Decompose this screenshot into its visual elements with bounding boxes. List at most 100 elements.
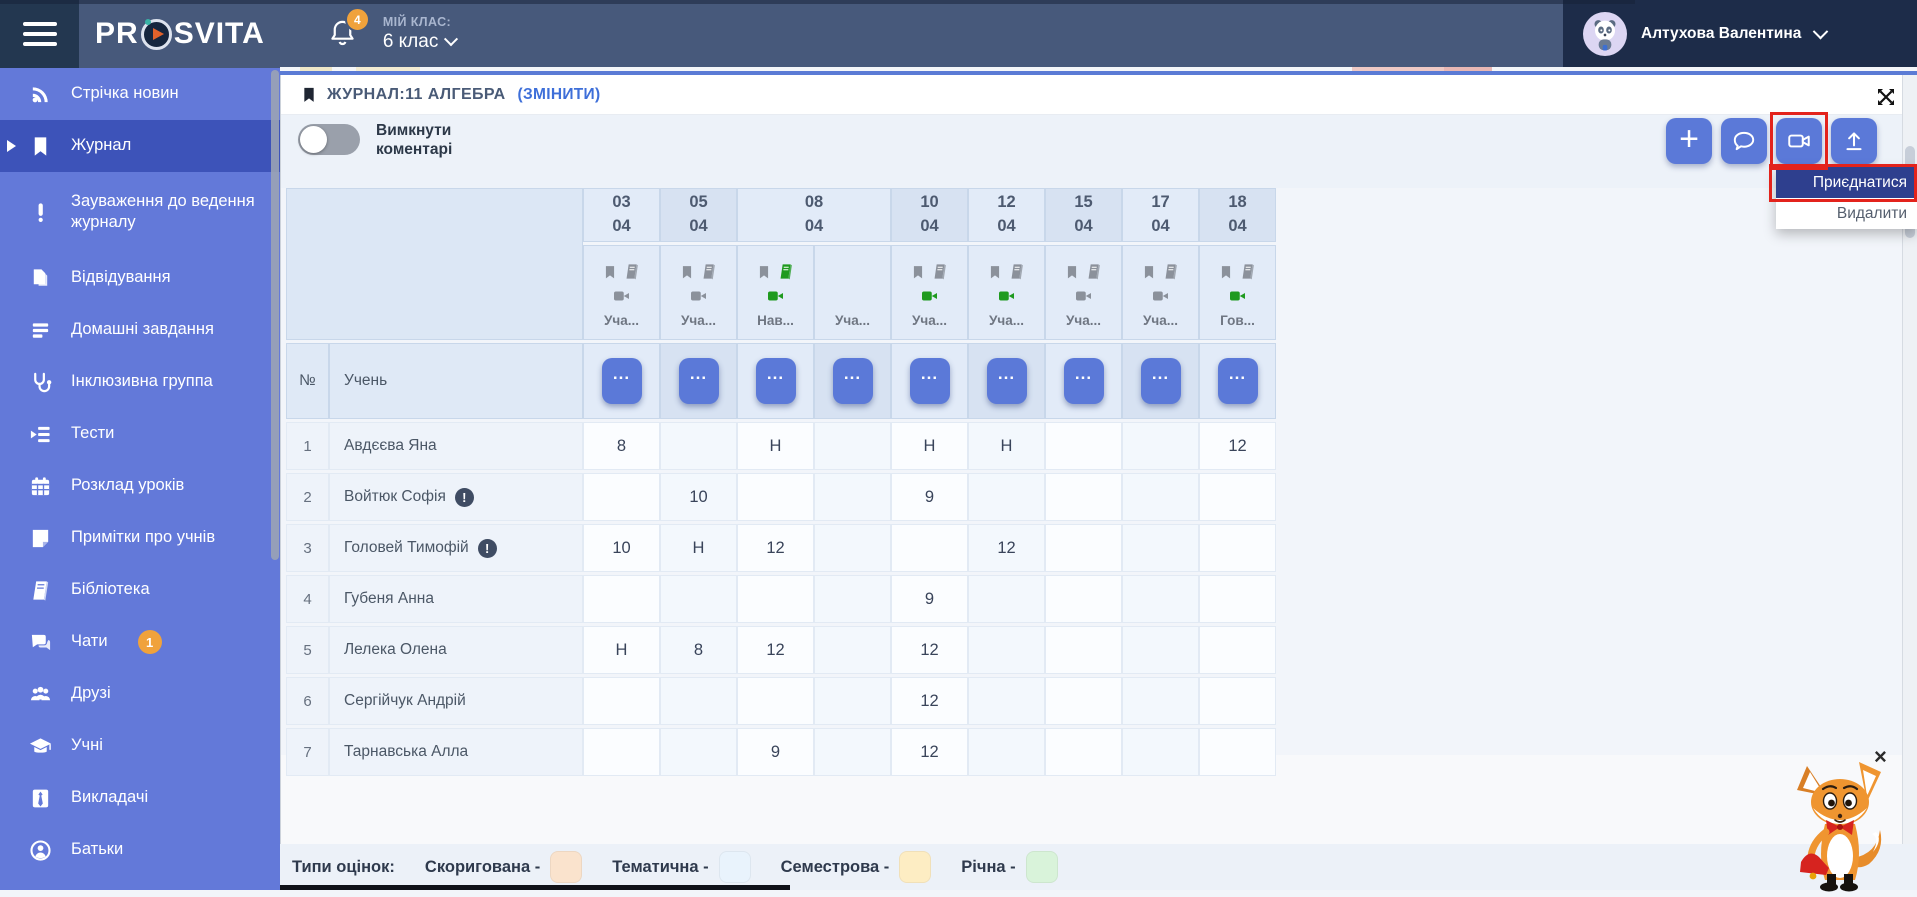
student-name-cell[interactable]: Тарнавська Алла [329, 728, 583, 776]
sidebar-item-11[interactable]: Чати1 [0, 616, 280, 668]
grade-cell[interactable]: Н [891, 422, 968, 470]
grade-cell[interactable] [814, 728, 891, 776]
sidebar-item-2[interactable]: Журнал [0, 120, 280, 172]
grade-cell[interactable] [968, 677, 1045, 725]
grade-cell[interactable] [1122, 575, 1199, 623]
grade-cell[interactable] [660, 728, 737, 776]
column-menu-button[interactable]: ... [1218, 358, 1258, 404]
my-class-selector[interactable]: МІЙ КЛАС: 6 клас [383, 15, 457, 53]
grade-cell[interactable]: Н [583, 626, 660, 674]
grade-cell[interactable] [1045, 422, 1122, 470]
grade-cell[interactable] [814, 524, 891, 572]
sidebar-item-7[interactable]: Тести [0, 408, 280, 460]
grade-cell[interactable]: 10 [660, 473, 737, 521]
grade-cell[interactable] [1199, 677, 1276, 725]
grade-cell[interactable] [1122, 473, 1199, 521]
grade-cell[interactable] [814, 575, 891, 623]
grade-cell[interactable]: 12 [1199, 422, 1276, 470]
grade-cell[interactable] [1199, 728, 1276, 776]
column-menu-button[interactable]: ... [756, 358, 796, 404]
grade-cell[interactable] [968, 626, 1045, 674]
grade-cell[interactable] [1199, 524, 1276, 572]
grade-cell[interactable] [1199, 473, 1276, 521]
student-name-cell[interactable]: Войтюк Софія! [329, 473, 583, 521]
grade-cell[interactable] [1045, 626, 1122, 674]
grade-cell[interactable] [968, 575, 1045, 623]
column-menu-button[interactable]: ... [679, 358, 719, 404]
notifications-bell-button[interactable]: 4 [327, 16, 359, 52]
sidebar-item-12[interactable]: Друзі [0, 668, 280, 720]
prosvita-logo[interactable]: PR SVITA [95, 17, 265, 51]
grade-cell[interactable] [1045, 575, 1122, 623]
grade-cell[interactable]: 12 [968, 524, 1045, 572]
video-call-button[interactable] [1776, 118, 1822, 164]
add-column-button[interactable]: + [1666, 118, 1712, 164]
grade-cell[interactable] [1045, 728, 1122, 776]
column-menu-button[interactable]: ... [1064, 358, 1104, 404]
grade-cell[interactable] [1045, 524, 1122, 572]
sidebar-item-6[interactable]: Інклюзивна группа [0, 356, 280, 408]
disable-comments-toggle[interactable] [298, 124, 360, 155]
grade-cell[interactable] [583, 677, 660, 725]
sidebar-item-4[interactable]: Відвідування [0, 252, 280, 304]
grade-cell[interactable]: 9 [891, 575, 968, 623]
grade-cell[interactable] [891, 524, 968, 572]
grade-cell[interactable] [1122, 677, 1199, 725]
grade-cell[interactable] [814, 422, 891, 470]
sidebar-item-5[interactable]: Домашні завдання [0, 304, 280, 356]
column-menu-button[interactable]: ... [833, 358, 873, 404]
grade-cell[interactable] [1122, 524, 1199, 572]
grade-cell[interactable]: 12 [737, 524, 814, 572]
user-menu[interactable]: Алтухова Валентина [1563, 0, 1917, 68]
grade-cell[interactable] [814, 473, 891, 521]
grade-cell[interactable]: 12 [891, 728, 968, 776]
grade-cell[interactable] [814, 677, 891, 725]
grade-cell[interactable] [1199, 626, 1276, 674]
grade-cell[interactable]: 10 [583, 524, 660, 572]
grade-cell[interactable]: 12 [891, 677, 968, 725]
grade-cell[interactable] [1199, 575, 1276, 623]
hamburger-menu-button[interactable] [0, 0, 79, 68]
grade-cell[interactable] [968, 728, 1045, 776]
grade-cell[interactable] [968, 473, 1045, 521]
grade-cell[interactable] [583, 728, 660, 776]
grade-cell[interactable] [660, 422, 737, 470]
grade-cell[interactable] [737, 473, 814, 521]
student-name-cell[interactable]: Авдєєва Яна [329, 422, 583, 470]
sidebar-item-15[interactable]: Батьки [0, 824, 280, 876]
grade-cell[interactable] [1045, 473, 1122, 521]
student-name-cell[interactable]: Сергійчук Андрій [329, 677, 583, 725]
grade-cell[interactable] [1045, 677, 1122, 725]
dropdown-item-join[interactable]: Приєднатися [1776, 167, 1917, 198]
comments-button[interactable] [1721, 118, 1767, 164]
grade-cell[interactable] [737, 677, 814, 725]
grade-cell[interactable] [583, 575, 660, 623]
grade-cell[interactable] [1122, 728, 1199, 776]
change-journal-link[interactable]: (ЗМІНИТИ) [518, 86, 601, 104]
grade-cell[interactable]: 12 [891, 626, 968, 674]
grade-cell[interactable]: 8 [660, 626, 737, 674]
column-menu-button[interactable]: ... [602, 358, 642, 404]
close-mascot-button[interactable]: × [1874, 746, 1887, 768]
student-name-cell[interactable]: Губеня Анна [329, 575, 583, 623]
upload-button[interactable] [1831, 118, 1877, 164]
sidebar-scrollbar[interactable] [271, 70, 279, 560]
sidebar-item-14[interactable]: Викладачі [0, 772, 280, 824]
grade-cell[interactable] [583, 473, 660, 521]
student-name-cell[interactable]: Головей Тимофій! [329, 524, 583, 572]
grade-cell[interactable]: Н [660, 524, 737, 572]
column-menu-button[interactable]: ... [1141, 358, 1181, 404]
fullscreen-expand-button[interactable] [1874, 85, 1898, 109]
grade-cell[interactable]: 8 [583, 422, 660, 470]
column-menu-button[interactable]: ... [910, 358, 950, 404]
grade-cell[interactable] [814, 626, 891, 674]
grade-cell[interactable] [1122, 626, 1199, 674]
grade-cell[interactable]: 12 [737, 626, 814, 674]
sidebar-item-9[interactable]: Примітки про учнів [0, 512, 280, 564]
grade-cell[interactable]: Н [968, 422, 1045, 470]
sidebar-item-13[interactable]: Учні [0, 720, 280, 772]
grade-cell[interactable] [660, 575, 737, 623]
grade-cell[interactable] [660, 677, 737, 725]
grade-cell[interactable] [737, 575, 814, 623]
sidebar-item-3[interactable]: Зауваження до ведення журналу [0, 172, 280, 252]
